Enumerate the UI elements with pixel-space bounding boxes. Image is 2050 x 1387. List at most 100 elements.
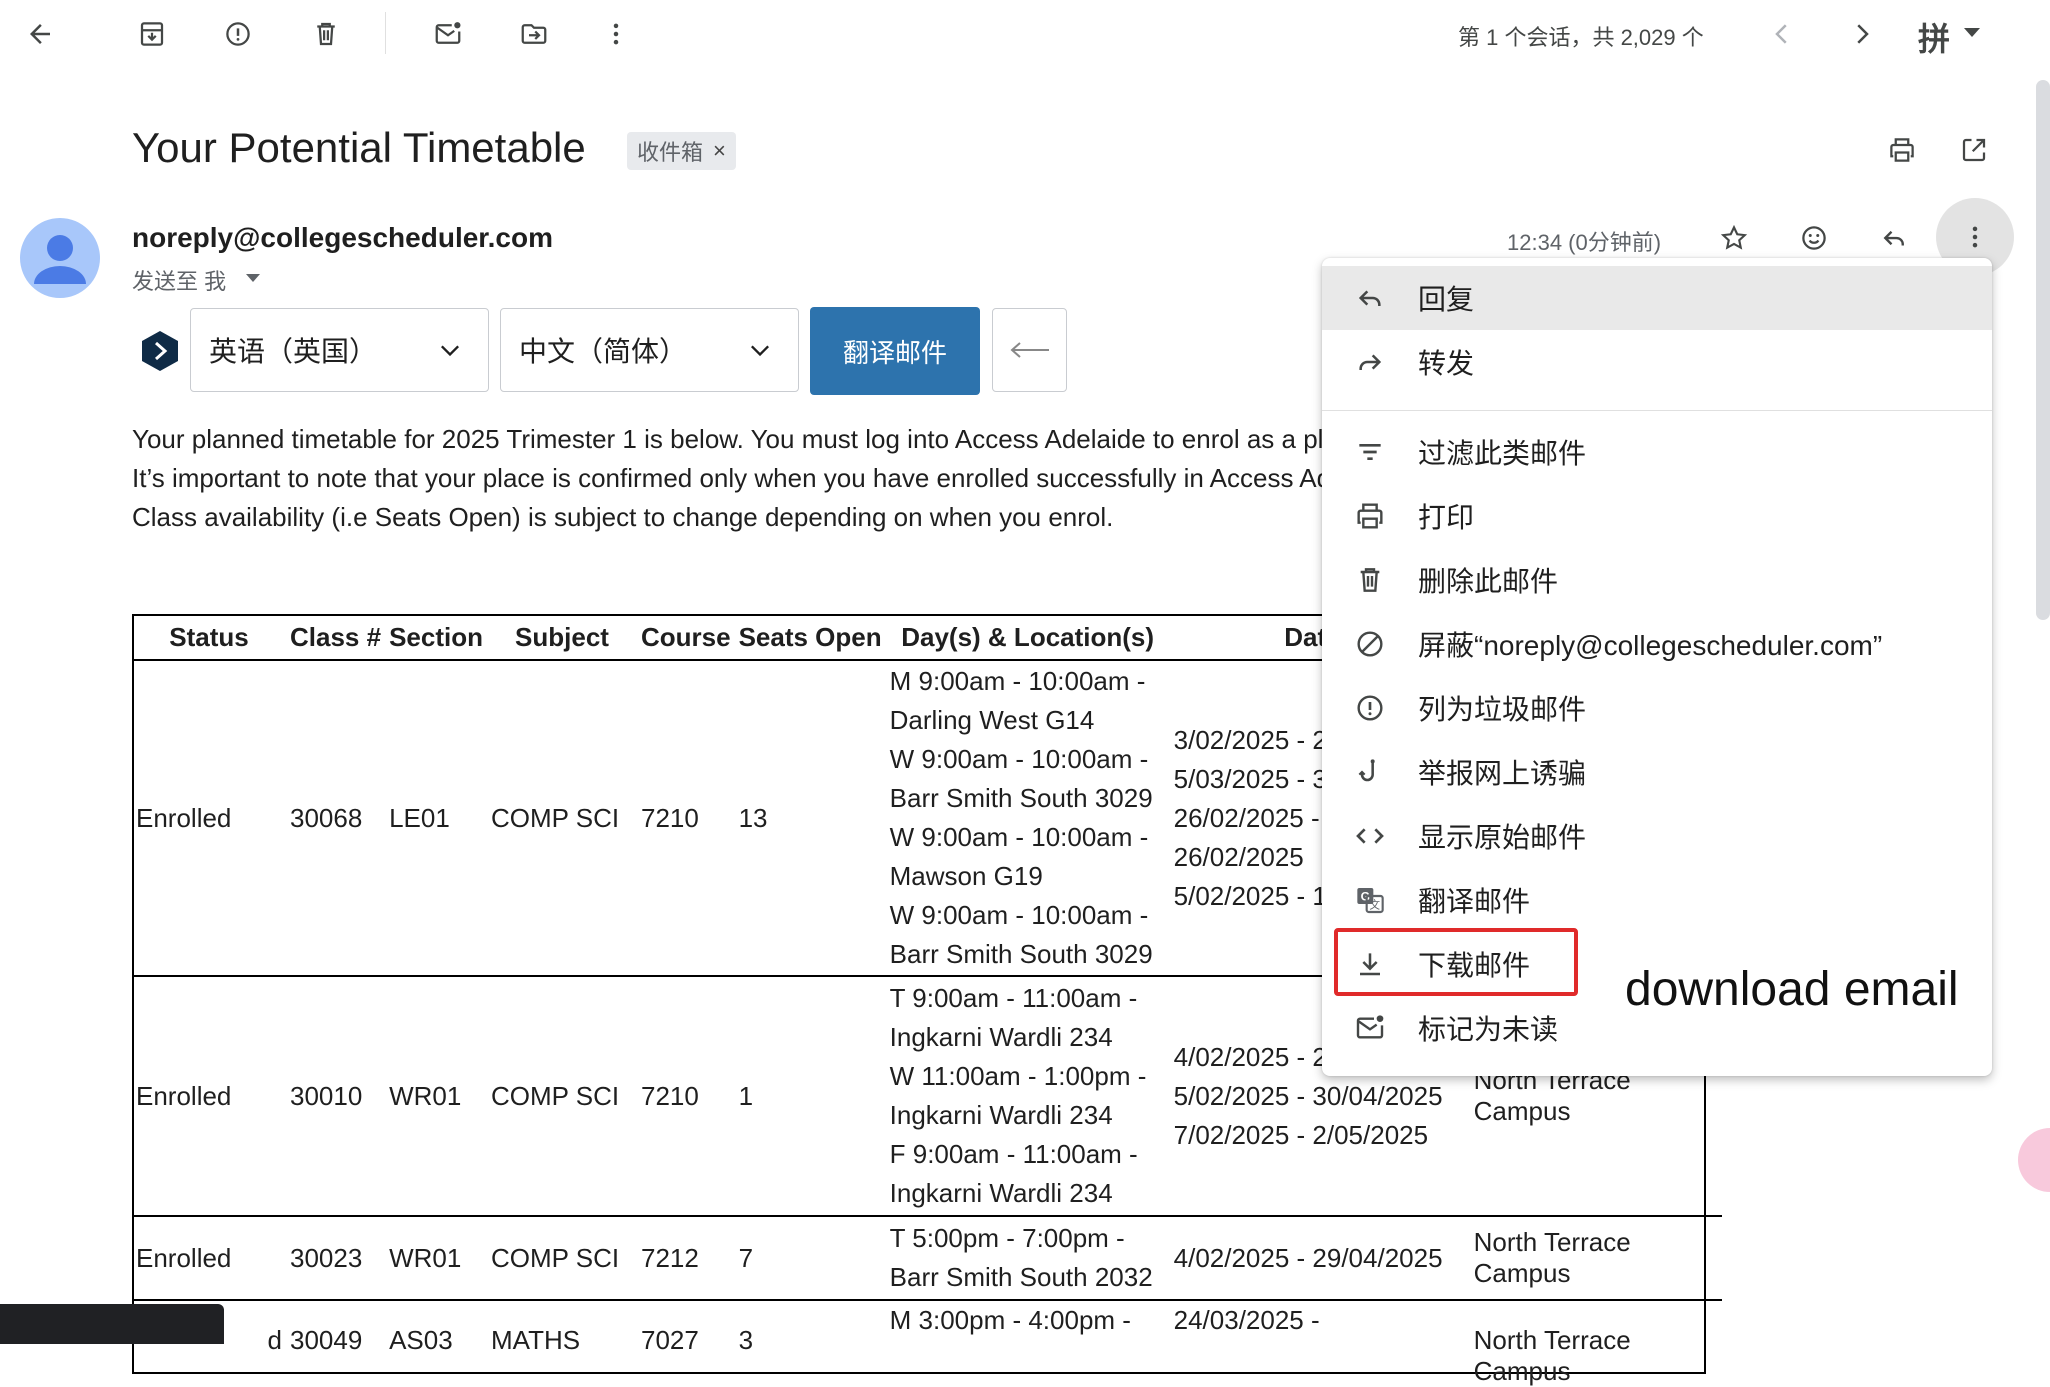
svg-text:文: 文 bbox=[1369, 899, 1380, 912]
star-icon[interactable] bbox=[1708, 212, 1760, 264]
date-line: 24/03/2025 - bbox=[1173, 1305, 1320, 1335]
menu-item-label: 回复 bbox=[1418, 284, 1475, 315]
location-line: T 5:00pm - 7:00pm - bbox=[889, 1223, 1125, 1253]
remove-label-icon[interactable]: × bbox=[713, 138, 726, 164]
body-line: It’s important to note that your place i… bbox=[132, 463, 1332, 493]
print-icon bbox=[1357, 503, 1383, 529]
phishing-hook-icon bbox=[1358, 759, 1375, 782]
menu-item-label: 转发 bbox=[1418, 348, 1475, 379]
conversation-count: 第 1 个会话，共 2,029 个 bbox=[1458, 25, 1704, 50]
location-line: F 9:00am - 11:00am - bbox=[889, 1139, 1138, 1169]
delete-icon[interactable] bbox=[300, 8, 352, 60]
cell-section: WR01 bbox=[385, 975, 487, 1216]
floating-badge[interactable] bbox=[2018, 1128, 2050, 1192]
translate-email-button[interactable]: 翻译邮件 bbox=[810, 307, 980, 395]
cell-subject: COMP SCI bbox=[487, 1215, 637, 1300]
cell-course: 7210 bbox=[637, 659, 735, 976]
cell-course: 7212 bbox=[637, 1215, 735, 1300]
mark-unread-icon bbox=[1356, 1015, 1384, 1039]
report-spam-icon[interactable] bbox=[212, 8, 264, 60]
move-to-icon[interactable] bbox=[508, 8, 560, 60]
location-line: W 9:00am - 10:00am - bbox=[889, 822, 1149, 852]
date-line: 5/02/2025 - 30/04/2025 bbox=[1173, 1080, 1443, 1111]
chevron-left-icon[interactable] bbox=[1756, 8, 1808, 60]
menu-item-reply[interactable]: 回复 bbox=[1322, 266, 1992, 330]
menu-item-print[interactable]: 打印 bbox=[1322, 484, 1992, 548]
sender-email: noreply@collegescheduler.com bbox=[132, 222, 553, 253]
menu-item-forward[interactable]: 转发 bbox=[1322, 330, 1992, 394]
location-line: W 9:00am - 10:00am - bbox=[889, 744, 1149, 774]
col-header-subject: Subject bbox=[515, 621, 609, 652]
menu-item-report-phishing[interactable]: 举报网上诱骗 bbox=[1322, 740, 1992, 804]
col-header-locations: Day(s) & Location(s) bbox=[901, 621, 1155, 652]
chevron-right-icon[interactable] bbox=[1836, 8, 1888, 60]
location-line: Barr Smith South 3029 bbox=[889, 783, 1153, 813]
menu-item-label: 翻译邮件 bbox=[1418, 886, 1531, 917]
email-body: Your planned timetable for 2025 Trimeste… bbox=[132, 420, 1342, 537]
menu-item-block-sender[interactable]: 屏蔽“noreply@collegescheduler.com” bbox=[1322, 612, 1992, 676]
location-line: Darling West G14 bbox=[889, 705, 1095, 735]
target-language-value: 中文（简体） bbox=[519, 336, 688, 367]
undo-translate-button[interactable] bbox=[992, 308, 1067, 392]
trash-icon bbox=[1360, 568, 1380, 592]
target-language-select[interactable]: 中文（简体） bbox=[500, 308, 799, 392]
download-highlight-box bbox=[1334, 928, 1578, 996]
email-timestamp: 12:34 (0分钟前) bbox=[1507, 230, 1662, 255]
body-line: Your planned timetable for 2025 Trimeste… bbox=[132, 424, 1324, 454]
left-arrow-icon bbox=[1009, 342, 1049, 358]
location-line: Barr Smith South 3029 bbox=[889, 939, 1153, 969]
dropdown-arrow-icon[interactable] bbox=[1964, 28, 1980, 38]
chevron-down-icon bbox=[751, 345, 769, 357]
location-line: M 3:00pm - 4:00pm - bbox=[889, 1305, 1131, 1335]
location-line: Ingkarni Wardli 234 bbox=[889, 1100, 1113, 1130]
menu-item-label: 标记为未读 bbox=[1418, 1014, 1559, 1045]
source-language-select[interactable]: 英语（英国） bbox=[190, 308, 489, 392]
cell-locations: M 9:00am - 10:00am - Darling West G14 W … bbox=[885, 659, 1170, 976]
cell-class: 30023 bbox=[286, 1215, 386, 1300]
location-line: Mawson G19 bbox=[889, 861, 1043, 891]
col-header-seats: Seats Open bbox=[738, 621, 882, 652]
menu-item-report-spam[interactable]: 列为垃圾邮件 bbox=[1322, 676, 1992, 740]
cell-section: WR01 bbox=[385, 1215, 487, 1300]
label-text: 收件箱 bbox=[637, 140, 704, 165]
date-line: 7/02/2025 - 2/05/2025 bbox=[1173, 1119, 1429, 1150]
source-language-value: 英语（英国） bbox=[209, 336, 378, 367]
menu-item-label: 屏蔽“noreply@collegescheduler.com” bbox=[1418, 630, 1883, 661]
open-in-new-window-icon[interactable] bbox=[1948, 124, 2000, 176]
back-arrow-icon[interactable] bbox=[14, 8, 66, 60]
cell-locations: T 9:00am - 11:00am - Ingkarni Wardli 234… bbox=[885, 975, 1170, 1216]
chevron-down-icon bbox=[441, 345, 459, 357]
menu-item-delete[interactable]: 删除此邮件 bbox=[1322, 548, 1992, 612]
print-all-icon[interactable] bbox=[1876, 124, 1928, 176]
recipient-details-icon[interactable] bbox=[246, 274, 260, 283]
reply-icon[interactable] bbox=[1868, 212, 1920, 264]
menu-item-filter[interactable]: 过滤此类邮件 bbox=[1322, 420, 1992, 484]
menu-divider bbox=[1322, 410, 1992, 411]
emoji-reaction-icon[interactable] bbox=[1788, 212, 1840, 264]
scrollbar[interactable] bbox=[2036, 80, 2050, 620]
translator-logo-icon bbox=[140, 330, 180, 372]
location-line: Barr Smith South 2032 bbox=[889, 1262, 1153, 1292]
cell-locations: T 5:00pm - 7:00pm - Barr Smith South 203… bbox=[885, 1215, 1170, 1300]
menu-item-translate[interactable]: G文 翻译邮件 bbox=[1322, 868, 1992, 932]
input-method-selector[interactable]: 拼 bbox=[1918, 14, 1950, 60]
cell-class: 30010 bbox=[286, 975, 386, 1216]
avatar[interactable] bbox=[20, 218, 100, 298]
more-vert-icon[interactable] bbox=[590, 8, 642, 60]
email-subject: Your Potential Timetable bbox=[132, 124, 586, 171]
send-to-me[interactable]: 发送至 我 bbox=[132, 264, 226, 296]
location-line: T 9:00am - 11:00am - bbox=[889, 983, 1138, 1013]
col-header-class: Class # bbox=[290, 621, 382, 652]
cell-section: LE01 bbox=[385, 659, 487, 976]
menu-item-show-original[interactable]: 显示原始邮件 bbox=[1322, 804, 1992, 868]
date-line: 4/02/2025 - 29/04/2025 bbox=[1173, 1242, 1443, 1273]
cell-subject: COMP SCI bbox=[487, 659, 637, 976]
inbox-label-chip: 收件箱 × bbox=[627, 132, 736, 170]
mark-unread-icon[interactable] bbox=[422, 8, 474, 60]
code-icon bbox=[1356, 828, 1384, 844]
col-header-status: Status bbox=[169, 621, 249, 652]
menu-item-label: 删除此邮件 bbox=[1418, 566, 1559, 597]
archive-icon[interactable] bbox=[126, 8, 178, 60]
location-line: W 9:00am - 10:00am - bbox=[889, 900, 1149, 930]
menu-item-label: 过滤此类邮件 bbox=[1418, 438, 1587, 469]
